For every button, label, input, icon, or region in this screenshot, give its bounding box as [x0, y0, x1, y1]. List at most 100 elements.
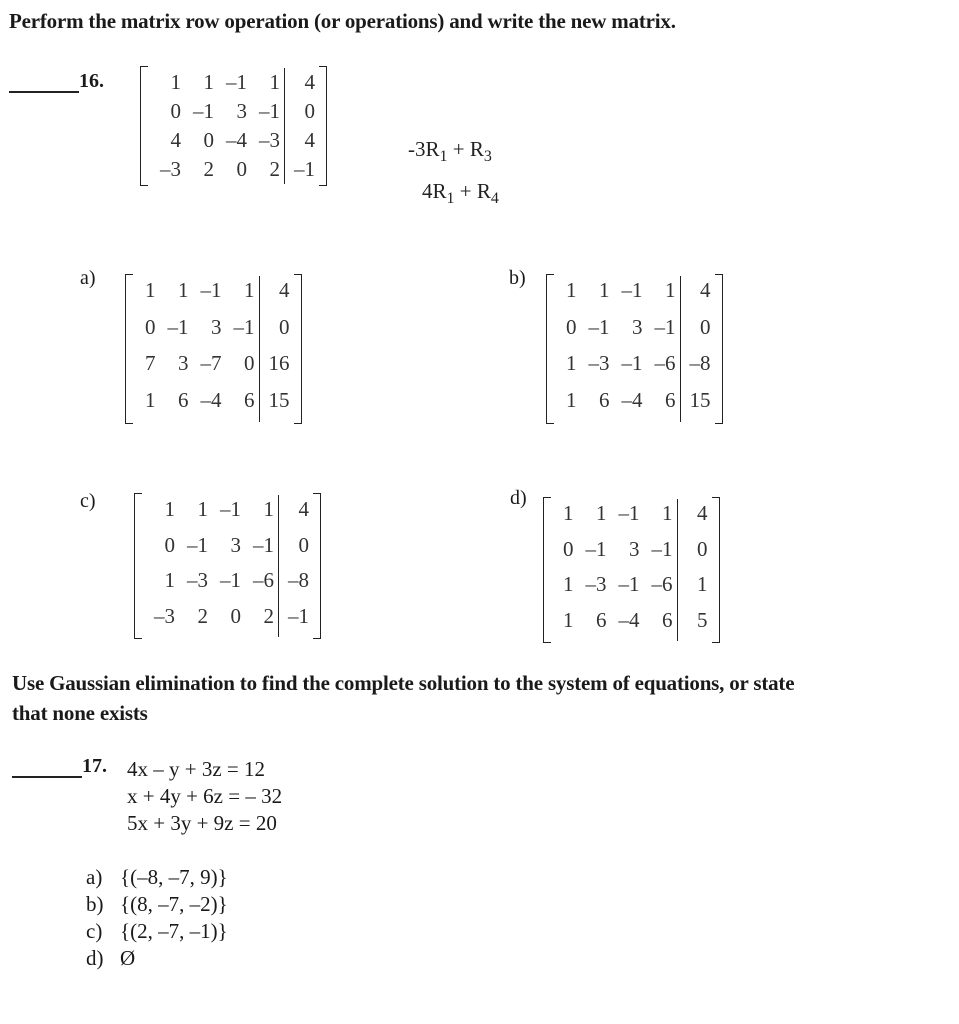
row-op-2-sub1: 1: [446, 190, 455, 207]
matrix-cell: 0: [203, 128, 215, 152]
equation-1: 4x – y + 3z = 12: [127, 757, 266, 781]
matrix-cell: 6: [244, 387, 255, 412]
matrix-rhs-cell: 15: [268, 387, 290, 412]
matrix-rhs-cell: 0: [279, 314, 290, 339]
section-2-line-2: that none exists: [12, 701, 148, 725]
matrix-cell: –6: [651, 572, 673, 596]
row-op-1-sub1: 1: [439, 148, 448, 165]
matrix-cell: 6: [596, 607, 607, 632]
matrix-cell: 1: [599, 278, 610, 302]
matrix-cell: 1: [563, 607, 574, 632]
matrix-rhs-cell: –8: [288, 568, 309, 592]
matrix-body: 1 1 –1 1 0 –1 3 –1 7 3 –7 0 1 6 –4 6 4 0 16 15: [133, 274, 294, 424]
matrix-cell: 2: [269, 157, 281, 181]
q17-number: 17.: [82, 755, 107, 777]
q16-option-a-matrix: 1 1 –1 1 0 –1 3 –1 7 3 –7 0 1 6 –4 6 4 0 16 15: [125, 274, 302, 424]
matrix-rhs-cell: 4: [697, 501, 708, 525]
choice-text: {(8, –7, –2)}: [120, 892, 228, 916]
matrix-cell: –1: [618, 501, 640, 525]
matrix-body: 1 1 –1 1 0 –1 3 –1 1 –3 –1 –6 –3 2 0 2 4 0 –8 –1: [142, 493, 313, 639]
matrix-cell: 6: [662, 607, 673, 632]
row-op-1-term: -3R: [408, 137, 440, 161]
matrix-cell: 1: [269, 70, 281, 94]
q16-option-c-matrix: 1 1 –1 1 0 –1 3 –1 1 –3 –1 –6 –3 2 0 2 4 0 –8 –1: [134, 493, 321, 639]
q16-option-d-matrix: 1 1 –1 1 0 –1 3 –1 1 –3 –1 –6 1 6 –4 6 4 0 1 5: [543, 497, 720, 643]
matrix-cell: –6: [654, 351, 676, 375]
q16-option-b-matrix: 1 1 –1 1 0 –1 3 –1 1 –3 –1 –6 1 6 –4 6 4 0 –8 15: [546, 274, 723, 424]
matrix-cell: –3: [585, 572, 607, 596]
matrix-cell: 7: [145, 351, 156, 375]
left-bracket: [140, 66, 148, 186]
q16-option-c-label[interactable]: c): [80, 490, 96, 513]
matrix-cell: 6: [178, 387, 189, 412]
matrix-body: 1 1 –1 1 0 –1 3 –1 1 –3 –1 –6 1 6 –4 6 4 0 –8 15: [554, 274, 715, 424]
matrix-cell: –1: [253, 532, 274, 557]
matrix-cell: –4: [226, 128, 247, 152]
coefficient-block: 1 1 –1 1 0 –1 3 –1 4 0 –4 –3 –3 2 0 2: [148, 68, 284, 184]
matrix-rhs-cell: 1: [697, 572, 708, 596]
left-bracket: [543, 497, 551, 643]
matrix-cell: 1: [563, 501, 574, 525]
matrix-cell: 1: [145, 278, 156, 302]
matrix-cell: 2: [263, 603, 275, 628]
q16-answer-blank[interactable]: [9, 91, 79, 93]
matrix-rhs-cell: 4: [700, 278, 711, 302]
section-1-instruction: Perform the matrix row operation (or ope…: [9, 9, 676, 33]
matrix-rhs-cell: 0: [304, 99, 316, 123]
row-op-1-plus: + R: [447, 137, 484, 161]
matrix-cell: –1: [621, 278, 643, 302]
augmented-column: 4 0 –8 –1: [278, 495, 313, 637]
choice-label: a): [86, 865, 103, 889]
matrix-rhs-cell: 0: [298, 532, 310, 557]
matrix-cell: –1: [621, 351, 643, 375]
row-op-1-sub2: 3: [483, 148, 492, 165]
matrix-cell: –1: [585, 536, 607, 561]
row-op-2-sub2: 4: [490, 190, 499, 207]
matrix-cell: 0: [566, 314, 577, 339]
choice-label: d): [86, 946, 104, 970]
matrix-cell: 6: [599, 387, 610, 412]
matrix-cell: 1: [566, 278, 577, 302]
matrix-rhs-cell: 0: [700, 314, 711, 339]
matrix-cell: –1: [651, 536, 673, 561]
q17-answer-blank[interactable]: [12, 776, 82, 778]
matrix-cell: 2: [197, 603, 209, 628]
matrix-cell: –4: [618, 607, 640, 632]
q17-choice-a[interactable]: a) {(–8, –7, 9)}: [86, 864, 228, 891]
q17-system: 4x – y + 3z = 12 x + 4y + 6z = – 32 5x +…: [127, 756, 282, 837]
matrix-cell: 3: [629, 536, 640, 561]
right-bracket: [293, 274, 302, 424]
q17-choice-c[interactable]: c) {(2, –7, –1)}: [86, 918, 228, 945]
choice-label: c): [86, 919, 103, 943]
matrix-cell: –1: [220, 497, 241, 521]
matrix-cell: –1: [233, 314, 255, 339]
row-operation-1: -3R1 + R3: [408, 132, 499, 174]
matrix-cell: 1: [596, 501, 607, 525]
right-bracket: [313, 493, 321, 639]
matrix-rhs-cell: –1: [294, 157, 315, 181]
matrix-cell: 1: [145, 387, 156, 412]
q16-matrix: 1 1 –1 1 0 –1 3 –1 4 0 –4 –3 –3 2 0 2 4 0 4 –1: [140, 66, 327, 186]
matrix-cell: –4: [621, 387, 643, 412]
choice-text: {(2, –7, –1)}: [120, 919, 228, 943]
q17-choices: a) {(–8, –7, 9)} b) {(8, –7, –2)} c) {(2, –…: [86, 864, 228, 972]
matrix-cell: –6: [253, 568, 274, 592]
matrix-cell: 2: [203, 157, 215, 181]
matrix-rhs-cell: 4: [279, 278, 290, 302]
q16-number: 16.: [79, 70, 104, 92]
matrix-cell: –3: [160, 157, 181, 181]
q16-option-b-label[interactable]: b): [509, 267, 526, 290]
q17-choice-b[interactable]: b) {(8, –7, –2)}: [86, 891, 228, 918]
matrix-cell: –1: [618, 572, 640, 596]
matrix-cell: 1: [563, 572, 574, 596]
matrix-cell: –7: [200, 351, 222, 375]
q17-choice-d[interactable]: d) Ø: [86, 945, 228, 972]
matrix-cell: –1: [654, 314, 676, 339]
left-bracket: [546, 274, 554, 424]
matrix-cell: 1: [178, 278, 189, 302]
matrix-cell: –1: [193, 99, 214, 123]
q16-option-a-label[interactable]: a): [80, 267, 96, 290]
q16-option-d-label[interactable]: d): [510, 487, 527, 510]
augmented-column: 4 0 4 –1: [284, 68, 319, 184]
matrix-rhs-cell: –8: [689, 351, 711, 375]
